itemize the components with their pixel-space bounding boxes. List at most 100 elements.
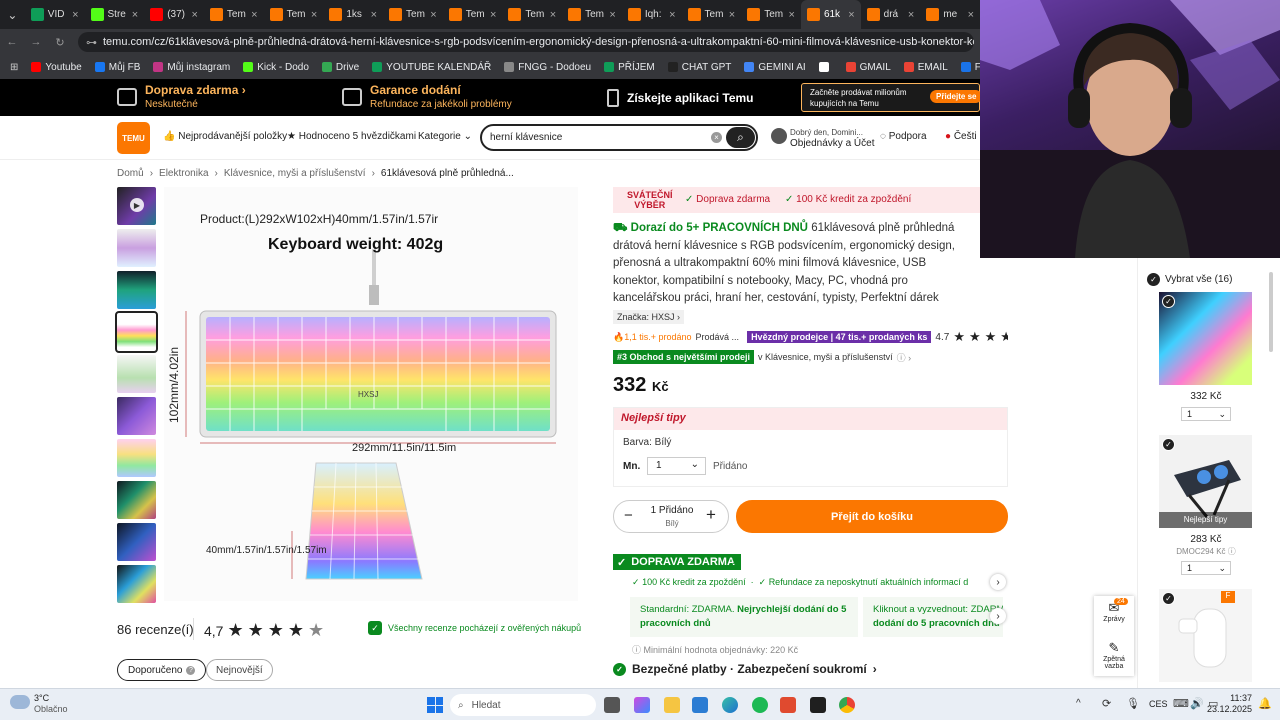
- site-info-icon[interactable]: ⊶: [86, 36, 97, 49]
- close-icon[interactable]: ×: [490, 9, 496, 21]
- bookmark-item[interactable]: CHAT GPT: [667, 62, 731, 73]
- thumbnail[interactable]: [117, 481, 156, 519]
- browser-tab[interactable]: Stre ×: [85, 0, 145, 29]
- checkbox-checked-icon[interactable]: ✓: [1147, 273, 1160, 286]
- browser-tab[interactable]: Iqh: ×: [622, 0, 682, 29]
- bookmark-item[interactable]: YOUTUBE KALENDÁŘ: [372, 62, 491, 73]
- bestsellers-link[interactable]: 👍 Nejprodávanější položky: [163, 131, 287, 142]
- promo-guarantee[interactable]: Garance dodání Refundace za jakékoli prob…: [342, 83, 512, 110]
- bookmark-item[interactable]: [818, 62, 833, 72]
- back-icon[interactable]: ←: [0, 36, 24, 48]
- browser-tab[interactable]: 61k ×: [800, 0, 861, 29]
- browser-tab[interactable]: drá ×: [861, 0, 921, 29]
- bookmark-item[interactable]: Faktury - Vytváření: [960, 62, 980, 73]
- categories-menu[interactable]: Kategorie ⌄: [418, 131, 472, 142]
- file-explorer-icon[interactable]: [664, 697, 680, 713]
- search-input[interactable]: herní klávesnice: [490, 132, 562, 143]
- sync-icon[interactable]: ⟳: [1102, 697, 1111, 710]
- bookmark-item[interactable]: Drive: [321, 62, 359, 73]
- notification-icon[interactable]: 🔔: [1258, 697, 1272, 710]
- breadcrumb-item[interactable]: Domů: [117, 168, 144, 179]
- carousel-next-icon[interactable]: ›: [990, 574, 1006, 590]
- browser-tab[interactable]: Tem ×: [383, 0, 443, 29]
- thumbnail[interactable]: [117, 565, 156, 603]
- breadcrumb-item[interactable]: Elektronika: [159, 168, 208, 179]
- five-star-link[interactable]: ★ Hodnoceno 5 hvězdičkami: [287, 131, 416, 142]
- volume-icon[interactable]: 🔊: [1190, 697, 1204, 710]
- microphone-icon[interactable]: 🎙: [1126, 697, 1140, 710]
- bookmark-item[interactable]: FNGG - Dodoeu: [504, 62, 591, 73]
- quantity-select[interactable]: 1 ⌄: [647, 457, 706, 475]
- feedback-button[interactable]: ✎ Zpětná vazba: [1094, 640, 1134, 670]
- browser-tab[interactable]: me ×: [920, 0, 980, 29]
- cart-item-qty-select[interactable]: 1 ⌄: [1181, 407, 1231, 421]
- browser-tab[interactable]: Tem ×: [502, 0, 562, 29]
- close-icon[interactable]: ×: [729, 9, 735, 21]
- language-switch[interactable]: ● Češti: [945, 131, 977, 142]
- star-seller-badge[interactable]: Hvězdný prodejce | 47 tis.+ prodaných ks: [747, 331, 932, 343]
- close-icon[interactable]: ×: [251, 9, 257, 21]
- brand-link[interactable]: Značka: HXSJ ›: [613, 310, 685, 324]
- close-icon[interactable]: ×: [908, 9, 914, 21]
- sort-recommended-button[interactable]: Doporučeno?: [117, 659, 207, 681]
- search-box[interactable]: herní klávesnice × ⌕: [480, 124, 758, 151]
- thumbnail[interactable]: [117, 523, 156, 561]
- browser-tab[interactable]: 1ks ×: [323, 0, 383, 29]
- close-icon[interactable]: ×: [430, 9, 436, 21]
- close-icon[interactable]: ×: [311, 9, 317, 21]
- url-field[interactable]: ⊶ temu.com/cz/61klávesová-plně-průhledná-…: [78, 32, 974, 52]
- close-icon[interactable]: ×: [789, 9, 795, 21]
- close-icon[interactable]: ×: [609, 9, 615, 21]
- seller-name[interactable]: Prodává ...: [696, 332, 740, 342]
- clock-time[interactable]: 11:37: [1216, 693, 1252, 703]
- bookmark-item[interactable]: GMAIL: [845, 62, 891, 73]
- chrome-icon[interactable]: [839, 697, 855, 713]
- tray-chevron-icon[interactable]: ^: [1076, 698, 1081, 709]
- browser-tab[interactable]: Tem ×: [682, 0, 742, 29]
- thumbnail[interactable]: [117, 229, 156, 267]
- thumbnail[interactable]: [117, 355, 156, 393]
- forward-icon[interactable]: →: [24, 36, 48, 48]
- browser-tab[interactable]: VID ×: [25, 0, 85, 29]
- select-all[interactable]: ✓ Vybrat vše (16): [1147, 273, 1232, 286]
- clear-icon[interactable]: ×: [711, 132, 722, 143]
- close-icon[interactable]: ×: [550, 9, 556, 21]
- windows-start-icon[interactable]: [427, 697, 443, 713]
- close-icon[interactable]: ×: [132, 9, 138, 21]
- breadcrumb-item[interactable]: Klávesnice, myši a příslušenství: [224, 168, 366, 179]
- close-icon[interactable]: ×: [669, 9, 675, 21]
- language-indicator[interactable]: CES: [1149, 699, 1168, 709]
- thumbnail-selected[interactable]: [115, 311, 158, 353]
- scrollbar-thumb[interactable]: [1269, 272, 1273, 352]
- search-button[interactable]: ⌕: [726, 127, 755, 148]
- bookmark-item[interactable]: Můj FB: [94, 62, 140, 73]
- terminal-icon[interactable]: [810, 697, 826, 713]
- temu-logo[interactable]: TEMU: [117, 122, 150, 154]
- browser-tab[interactable]: (37) ×: [144, 0, 204, 29]
- reviews-count[interactable]: 86 recenze(í): [117, 622, 194, 637]
- carousel-next-icon[interactable]: ›: [990, 608, 1006, 624]
- apps-icon[interactable]: ⊞: [10, 62, 18, 73]
- cart-item-qty-select[interactable]: 1 ⌄: [1181, 561, 1231, 575]
- edge-icon[interactable]: [722, 697, 738, 713]
- orders-link[interactable]: Objednávky a Účet: [790, 138, 875, 149]
- secure-payments[interactable]: ✓ Bezpečné platby · Zabezpečení soukromí …: [613, 662, 877, 676]
- promo-app[interactable]: Získejte aplikaci Temu: [607, 89, 754, 107]
- network-icon[interactable]: ⌨: [1173, 697, 1189, 710]
- reload-icon[interactable]: ↻: [48, 36, 72, 49]
- seller-promo[interactable]: Začněte prodávat milionům kupujících na …: [801, 83, 983, 112]
- browser-tab[interactable]: Tem ×: [741, 0, 801, 29]
- bookmark-item[interactable]: GEMINI AI: [744, 62, 806, 73]
- plus-button[interactable]: +: [706, 505, 716, 525]
- sort-newest-button[interactable]: Nejnovější: [206, 659, 273, 681]
- browser-tab[interactable]: Tem ×: [264, 0, 324, 29]
- close-icon[interactable]: ×: [191, 9, 197, 21]
- checkbox-checked-icon[interactable]: ✓: [1162, 295, 1175, 308]
- task-view-icon[interactable]: [604, 697, 620, 713]
- clock-date[interactable]: 23.12.2025: [1206, 704, 1252, 714]
- thumbnail[interactable]: [117, 271, 156, 309]
- pickup-card[interactable]: Kliknout a vyzvednout: ZDARM dodání do 5 …: [863, 597, 1003, 637]
- outlook-icon[interactable]: [692, 697, 708, 713]
- taskbar-search[interactable]: ⌕ Hledat: [450, 694, 596, 716]
- checkbox-checked-icon[interactable]: ✓: [1162, 438, 1175, 451]
